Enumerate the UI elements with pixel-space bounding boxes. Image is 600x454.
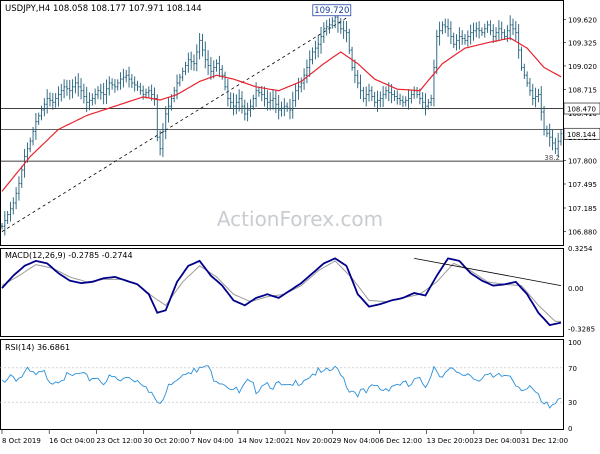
price-y-tick-label: 109.325 <box>568 39 597 47</box>
x-tick-label: 29 Nov 04:00 <box>332 437 379 445</box>
price-y-tick-label: 107.495 <box>568 181 597 189</box>
x-tick-label: 23 Dec 04:00 <box>474 437 521 445</box>
rsi-y-tick-label: 30 <box>568 399 577 407</box>
macd-y-tick-label: 0.3254 <box>568 245 593 253</box>
price-y-tick-label: 109.020 <box>568 63 597 71</box>
x-tick-label: 30 Oct 20:00 <box>144 437 190 445</box>
peak-marker-label: 109.720 <box>314 6 349 16</box>
x-tick-label: 16 Oct 04:00 <box>49 437 95 445</box>
rsi-y-tick-label: 100 <box>568 339 581 347</box>
x-tick-label: 6 Dec 12:00 <box>379 437 422 445</box>
price-y-tick-label: 109.620 <box>568 16 597 24</box>
price-label-0: 108.470 <box>567 106 596 114</box>
price-panel-title: USDJPY,H4 108.058 108.177 107.971 108.14… <box>5 4 202 14</box>
x-tick-label: 23 Oct 12:00 <box>96 437 142 445</box>
x-tick-label: 8 Oct 2019 <box>2 437 41 445</box>
macd-panel-title: MACD(12,26,9) -0.2785 -0.2744 <box>5 251 133 260</box>
price-y-tick-label: 107.185 <box>568 205 597 213</box>
rsi-y-tick-label: 70 <box>568 365 577 373</box>
rsi-panel-title: RSI(14) 36.6861 <box>5 343 70 352</box>
fib-label: 38.2 <box>544 154 560 162</box>
price-y-tick-label: 106.880 <box>568 229 597 237</box>
macd-y-tick-label: -0.3285 <box>568 326 595 334</box>
x-tick-label: 31 Dec 12:00 <box>521 437 568 445</box>
x-tick-label: 14 Nov 12:00 <box>238 437 285 445</box>
rsi-y-tick-label: 0 <box>568 425 572 433</box>
x-tick-label: 13 Dec 20:00 <box>427 437 474 445</box>
macd-y-tick-label: 0.00 <box>568 285 584 293</box>
chart-canvas: USDJPY,H4 108.058 108.177 107.971 108.14… <box>0 0 600 450</box>
x-tick-label: 7 Nov 04:00 <box>191 437 234 445</box>
usdjpy-chart: USDJPY,H4 108.058 108.177 107.971 108.14… <box>0 0 600 450</box>
x-tick-label: 21 Nov 20:00 <box>285 437 332 445</box>
watermark: ActionForex.com <box>217 207 383 231</box>
price-y-tick-label: 108.715 <box>568 87 597 95</box>
price-label-1: 108.144 <box>567 131 596 139</box>
price-y-tick-label: 107.800 <box>568 157 597 165</box>
